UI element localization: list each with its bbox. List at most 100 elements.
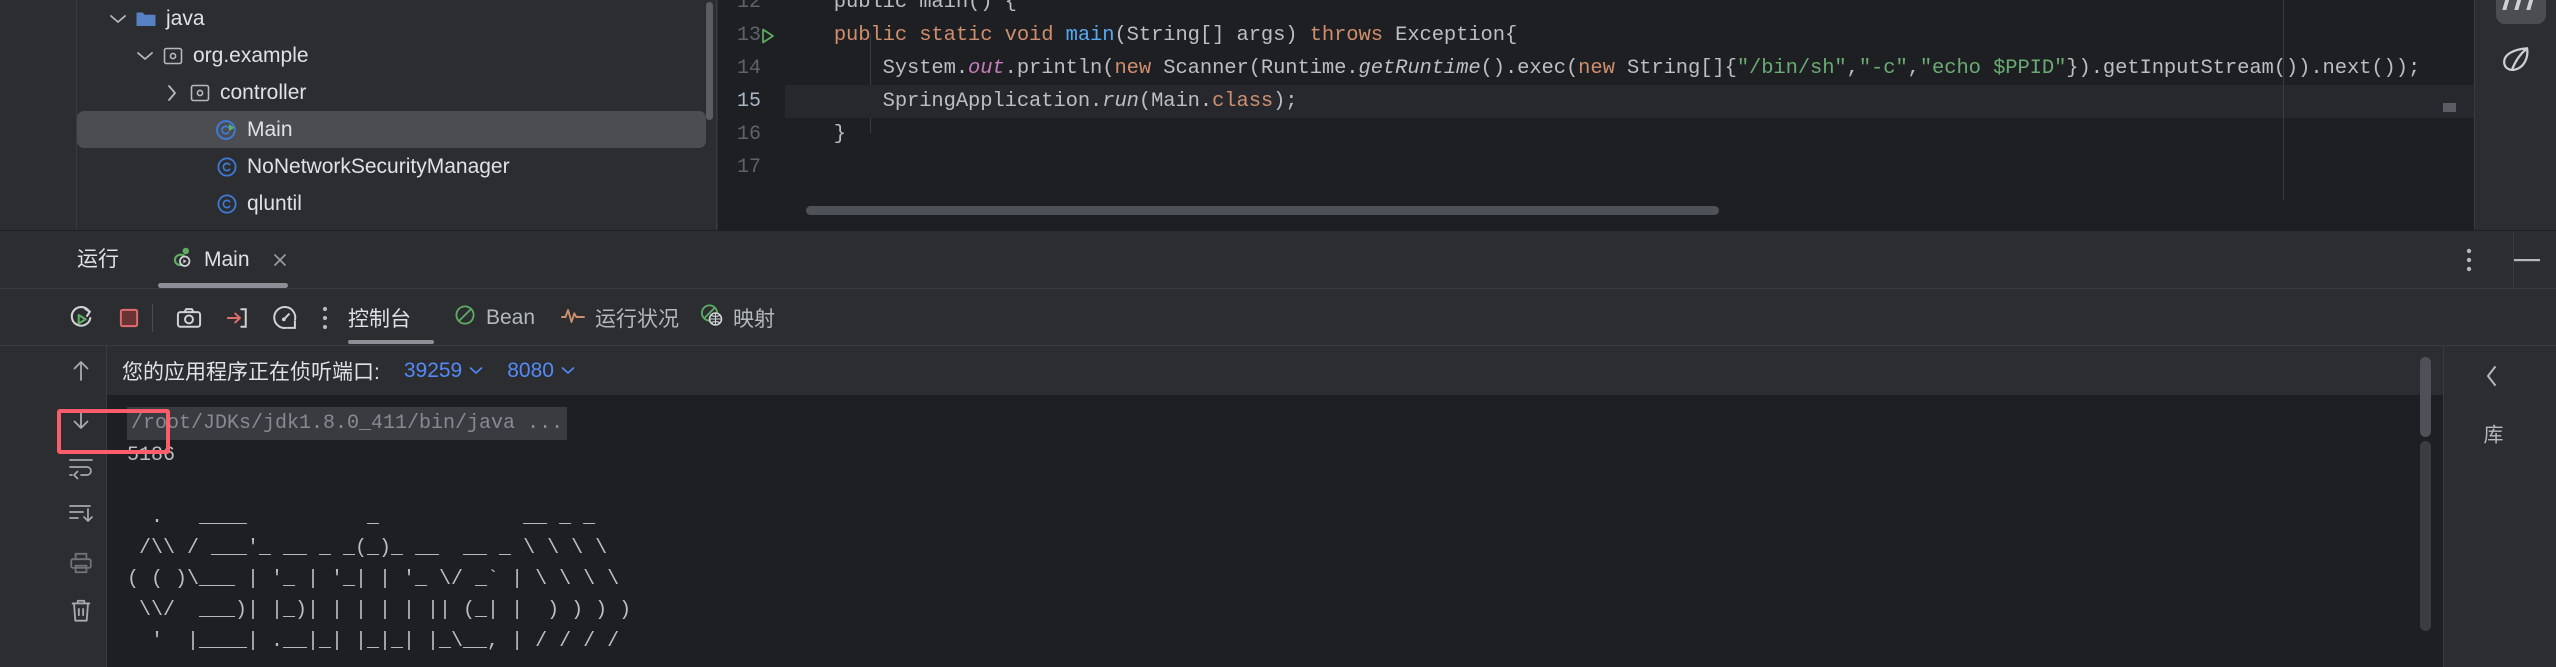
scroll-to-end-icon[interactable] <box>56 490 106 540</box>
code-line[interactable]: public static void main(String[] args) t… <box>785 19 1517 52</box>
thread-dump-icon[interactable] <box>212 289 262 346</box>
editor-horizontal-scrollbar[interactable] <box>806 206 1719 215</box>
code-token: Exception{ <box>1395 24 1518 47</box>
mapping-icon <box>699 303 724 333</box>
tree-item-qluntil[interactable]: qluntil <box>77 185 716 222</box>
code-token: ().exec( <box>1480 57 1579 80</box>
project-tree[interactable]: java org.example controller Main NoNetworkSe… <box>77 0 717 230</box>
chevron-down-icon[interactable] <box>105 0 131 37</box>
clear-all-icon[interactable] <box>56 586 106 636</box>
code-token: } <box>785 123 847 146</box>
code-line[interactable]: System.out.println(new Scanner(Runtime.g… <box>785 52 2421 85</box>
console-scrollbar-thumb[interactable] <box>2420 357 2431 437</box>
ide-window: java org.example controller Main NoNetworkSe… <box>0 0 2556 667</box>
run-config-icon <box>169 245 195 276</box>
notifications-icon[interactable] <box>2496 0 2546 24</box>
code-token: Scanner(Runtime. <box>1163 57 1359 80</box>
run-tab-label: Main <box>204 248 250 271</box>
code-line[interactable]: SpringApplication.run(Main.class); <box>785 85 2474 118</box>
tree-item-label: qluntil <box>247 191 302 215</box>
package-icon <box>158 37 188 74</box>
code-token: }).getInputStream()).next()); <box>2066 57 2421 80</box>
tree-item-org-example[interactable]: org.example <box>77 37 716 74</box>
line-number: 12 <box>736 0 761 14</box>
tab-console-label: 控制台 <box>348 307 411 331</box>
stop-button[interactable] <box>104 289 154 346</box>
rerun-button[interactable] <box>56 289 106 346</box>
code-token: "/bin/sh" <box>1736 57 1847 80</box>
line-number: 17 <box>736 156 761 179</box>
code-token: public main() { <box>785 0 1017 14</box>
run-tool-window: 运行 Main 控制台 Bean 运行状况 映射 您的应用程序正在侦听端口: 3… <box>0 230 2556 667</box>
code-editor[interactable]: 12 13 14 15 16 17 public main() { public stat… <box>718 0 2474 230</box>
scroll-down-icon[interactable] <box>56 394 106 444</box>
code-token: , <box>1907 57 1920 80</box>
run-window-header-actions <box>2440 231 2556 289</box>
side-panel-label[interactable]: 库 <box>2472 424 2506 446</box>
editor-gutter[interactable]: 12 13 14 15 16 17 <box>718 0 785 230</box>
code-token: new <box>1578 57 1627 80</box>
code-line[interactable]: public main() { <box>785 0 1017 19</box>
project-tree-scrollbar[interactable] <box>706 2 713 120</box>
console-text[interactable]: /root/JDKs/jdk1.8.0_411/bin/java ... 518… <box>107 395 2443 667</box>
tab-mapping[interactable]: 映射 <box>699 289 775 346</box>
console-output[interactable]: 您的应用程序正在侦听端口: 39259 8080 /root/JDKs/jdk1… <box>107 346 2443 667</box>
run-toolbar: 控制台 Bean 运行状况 映射 <box>0 289 2556 346</box>
scroll-up-icon[interactable] <box>56 346 106 396</box>
folder-icon <box>131 0 161 37</box>
editor-marker <box>2443 103 2456 112</box>
editor-code-area[interactable]: public main() { public static void main(… <box>785 0 2474 230</box>
minimize-icon[interactable] <box>2498 231 2556 289</box>
class-icon <box>212 148 242 185</box>
chevron-left-icon[interactable] <box>2470 354 2514 398</box>
tab-health[interactable]: 运行状况 <box>560 289 679 346</box>
port-link-2[interactable]: 8080 <box>507 359 575 383</box>
header-divider <box>2513 231 2514 289</box>
right-tool-rail[interactable] <box>2474 0 2556 230</box>
code-token: String[]{ <box>1626 57 1737 80</box>
run-gutter-icon[interactable] <box>758 19 780 52</box>
code-token: SpringApplication. <box>785 90 1103 113</box>
kebab-icon[interactable] <box>300 289 350 346</box>
console-scrollbar-track[interactable] <box>2420 441 2431 631</box>
code-token: run <box>1102 90 1139 113</box>
tree-item-controller[interactable]: controller <box>77 74 716 111</box>
code-token: ); <box>1273 90 1298 113</box>
chevron-down-icon[interactable] <box>132 37 158 74</box>
run-tab-main[interactable]: Main <box>155 231 305 289</box>
camera-icon[interactable] <box>164 289 214 346</box>
tab-health-label: 运行状况 <box>595 307 679 331</box>
code-token: public static void <box>833 24 1066 47</box>
tree-item-label: controller <box>220 80 307 104</box>
tree-item-nonetworksecuritymanager[interactable]: NoNetworkSecurityManager <box>77 148 716 185</box>
left-tool-strip <box>0 0 77 230</box>
tab-console[interactable]: 控制台 <box>348 289 411 346</box>
port-message: 您的应用程序正在侦听端口: <box>122 360 380 384</box>
soft-wrap-icon[interactable] <box>56 442 106 492</box>
code-token: (Main. <box>1138 90 1213 113</box>
port-banner: 您的应用程序正在侦听端口: 39259 8080 <box>107 346 2443 395</box>
code-token: , <box>1846 57 1859 80</box>
code-token: throws <box>1309 24 1396 47</box>
spring-leaf-icon[interactable] <box>2497 42 2535 85</box>
package-icon <box>185 74 215 111</box>
more-options-icon[interactable] <box>2440 231 2498 289</box>
tree-item-main[interactable]: Main <box>77 111 706 148</box>
code-token: .println( <box>1004 57 1115 80</box>
close-icon[interactable] <box>269 249 291 271</box>
code-token: "-c" <box>1858 57 1908 80</box>
tree-item-java[interactable]: java <box>77 0 716 37</box>
right-margin-line <box>2283 0 2284 200</box>
console-command-line: /root/JDKs/jdk1.8.0_411/bin/java ... <box>127 407 568 440</box>
line-number: 14 <box>736 57 761 80</box>
tree-item-label: org.example <box>193 43 309 67</box>
health-icon <box>560 303 586 333</box>
code-line[interactable]: } <box>785 118 846 151</box>
print-icon[interactable] <box>56 538 106 588</box>
port-link-1[interactable]: 39259 <box>404 359 483 383</box>
tree-item-label: Main <box>247 117 293 141</box>
chevron-right-icon[interactable] <box>159 74 185 111</box>
code-token: out <box>968 57 1005 80</box>
tab-bean[interactable]: Bean <box>453 289 535 346</box>
